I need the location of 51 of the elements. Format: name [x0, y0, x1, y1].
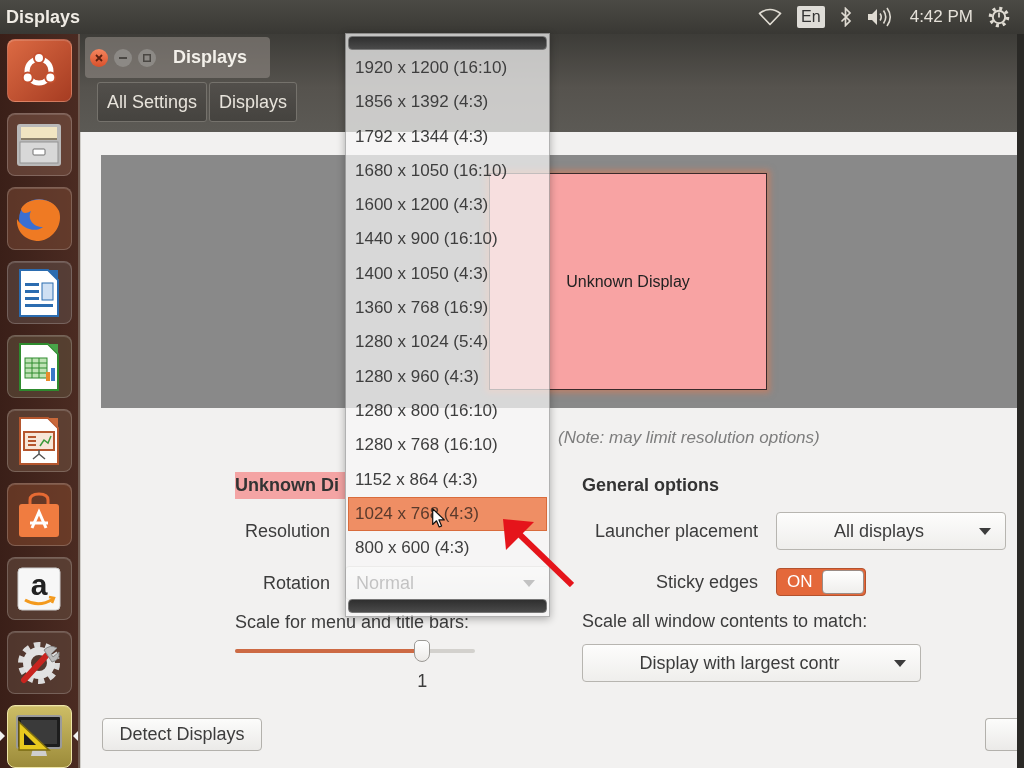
- caret-icon: [979, 528, 991, 535]
- rotation-label: Rotation: [261, 571, 330, 595]
- menu-item[interactable]: 800 x 600 (4:3): [348, 531, 547, 566]
- slider-thumb[interactable]: [414, 640, 431, 662]
- minus-icon: [119, 56, 127, 59]
- gear-wrench-icon: [16, 639, 62, 686]
- presentation-icon: [19, 416, 59, 465]
- scale-slider[interactable]: [235, 640, 475, 662]
- minimize-button[interactable]: [114, 48, 132, 67]
- menu-item[interactable]: 1152 x 864 (4:3): [348, 462, 547, 497]
- gear-icon[interactable]: [988, 6, 1010, 28]
- clock[interactable]: 4:42 PM: [909, 4, 973, 30]
- scroll-down-button[interactable]: [348, 599, 547, 614]
- resolution-label: Resolution: [243, 519, 330, 543]
- scale-all-label: Scale all window contents to match:: [582, 611, 869, 631]
- square-icon: [143, 53, 151, 62]
- slider-value: 1: [417, 671, 428, 691]
- scale-label: Scale for menu and title bars:: [235, 612, 471, 632]
- display-name-heading: Unknown Di: [235, 472, 345, 499]
- sticky-edges-label: Sticky edges: [654, 570, 758, 594]
- bluetooth-icon[interactable]: [839, 7, 852, 27]
- annotation-arrow: [502, 517, 574, 587]
- scroll-up-button[interactable]: [348, 36, 547, 50]
- spreadsheet-icon: [19, 342, 59, 391]
- breadcrumb-button[interactable]: Displays: [209, 82, 298, 122]
- menu-item[interactable]: 1856 x 1392 (4:3): [348, 85, 547, 120]
- detect-displays-button[interactable]: Detect Displays: [102, 718, 262, 751]
- breadcrumb-button[interactable]: All Settings: [97, 82, 208, 122]
- document-icon: [19, 268, 59, 317]
- launcher-placement-label: Launcher placement: [593, 519, 758, 543]
- keyboard-indicator[interactable]: En: [797, 6, 825, 28]
- wifi-icon[interactable]: [758, 8, 783, 26]
- menu-item[interactable]: 1280 x 768 (16:10): [348, 428, 547, 463]
- mirror-note: (Note: may limit resolution options): [558, 428, 820, 447]
- menu-item[interactable]: 1792 x 1344 (4:3): [348, 119, 547, 154]
- caret-icon: [894, 660, 906, 667]
- window-title: Displays: [173, 46, 248, 69]
- launcher-item[interactable]: [6, 705, 72, 768]
- close-button[interactable]: [90, 48, 108, 67]
- letter-a-icon: a: [17, 566, 61, 611]
- scale-dropdown[interactable]: Display with largest contr: [582, 644, 921, 682]
- launcher-placement-dropdown[interactable]: All displays: [776, 512, 1006, 550]
- close-icon: [95, 53, 103, 62]
- maximize-button[interactable]: [138, 48, 156, 67]
- shopping-bag-icon: [17, 491, 61, 538]
- menu-item[interactable]: 1280 x 800 (16:10): [348, 393, 547, 429]
- launcher-item[interactable]: a: [6, 557, 72, 620]
- file-cabinet-icon: [16, 122, 62, 167]
- app-title: Displays: [6, 5, 81, 29]
- general-options-heading: General options: [582, 474, 720, 497]
- menu-item[interactable]: 1920 x 1200 (16:10): [348, 51, 547, 86]
